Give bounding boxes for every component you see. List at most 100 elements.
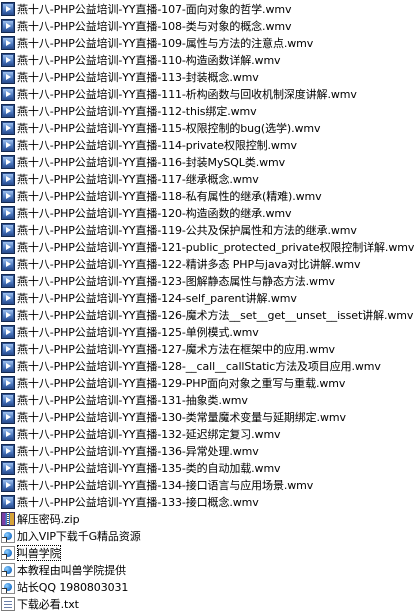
video-file-icon	[1, 52, 15, 67]
file-item[interactable]: 下载必看.txt	[0, 595, 414, 612]
file-item[interactable]: 燕十八-PHP公益培训-YY直播-134-接口语言与应用场景.wmv	[0, 476, 414, 493]
file-item[interactable]: 叫兽学院	[0, 544, 414, 561]
internet-shortcut-icon	[1, 579, 15, 594]
file-item[interactable]: 燕十八-PHP公益培训-YY直播-130-类常量魔术变量与延期绑定.wmv	[0, 408, 414, 425]
video-file-icon	[1, 205, 15, 220]
video-file-icon	[1, 443, 15, 458]
file-name: 燕十八-PHP公益培训-YY直播-109-属性与方法的注意点.wmv	[17, 36, 314, 50]
file-name: 燕十八-PHP公益培训-YY直播-107-面向对象的哲学.wmv	[17, 2, 292, 16]
file-item[interactable]: 解压密码.zip	[0, 510, 414, 527]
text-file-icon	[1, 596, 15, 611]
file-item[interactable]: 燕十八-PHP公益培训-YY直播-110-构造函数详解.wmv	[0, 51, 414, 68]
video-file-icon	[1, 103, 15, 118]
file-item[interactable]: 燕十八-PHP公益培训-YY直播-121-public_protected_pr…	[0, 238, 414, 255]
file-name: 燕十八-PHP公益培训-YY直播-128-__call__callStatic方…	[17, 359, 381, 373]
video-file-icon	[1, 358, 15, 373]
file-name: 燕十八-PHP公益培训-YY直播-113-封装概念.wmv	[17, 70, 259, 84]
file-item[interactable]: 燕十八-PHP公益培训-YY直播-128-__call__callStatic方…	[0, 357, 414, 374]
file-name: 叫兽学院	[17, 544, 61, 561]
file-name: 燕十八-PHP公益培训-YY直播-112-this绑定.wmv	[17, 104, 257, 118]
video-file-icon	[1, 137, 15, 152]
file-item[interactable]: 燕十八-PHP公益培训-YY直播-127-魔术方法在框架中的应用.wmv	[0, 340, 414, 357]
file-name: 燕十八-PHP公益培训-YY直播-135-类的自动加载.wmv	[17, 461, 281, 475]
file-item[interactable]: 燕十八-PHP公益培训-YY直播-117-继承概念.wmv	[0, 170, 414, 187]
file-item[interactable]: 燕十八-PHP公益培训-YY直播-108-类与对象的概念.wmv	[0, 17, 414, 34]
video-file-icon	[1, 494, 15, 509]
file-name: 燕十八-PHP公益培训-YY直播-110-构造函数详解.wmv	[17, 53, 281, 67]
file-item[interactable]: 燕十八-PHP公益培训-YY直播-107-面向对象的哲学.wmv	[0, 0, 414, 17]
file-name: 燕十八-PHP公益培训-YY直播-114-private权限控制.wmv	[17, 138, 297, 152]
file-item[interactable]: 燕十八-PHP公益培训-YY直播-125-单例模式.wmv	[0, 323, 414, 340]
video-file-icon	[1, 239, 15, 254]
video-file-icon	[1, 18, 15, 33]
file-item[interactable]: 燕十八-PHP公益培训-YY直播-109-属性与方法的注意点.wmv	[0, 34, 414, 51]
file-name: 燕十八-PHP公益培训-YY直播-118-私有属性的继承(精难).wmv	[17, 189, 322, 203]
file-item[interactable]: 燕十八-PHP公益培训-YY直播-132-延迟绑定复习.wmv	[0, 425, 414, 442]
file-list: 燕十八-PHP公益培训-YY直播-107-面向对象的哲学.wmv 燕十八-PHP公…	[0, 0, 414, 612]
file-item[interactable]: 燕十八-PHP公益培训-YY直播-129-PHP面向对象之重写与重载.wmv	[0, 374, 414, 391]
file-name: 燕十八-PHP公益培训-YY直播-131-抽象类.wmv	[17, 393, 248, 407]
file-item[interactable]: 站长QQ 1980803031	[0, 578, 414, 595]
file-name: 加入VIP下载千G精品资源	[17, 529, 141, 543]
file-item[interactable]: 燕十八-PHP公益培训-YY直播-112-this绑定.wmv	[0, 102, 414, 119]
file-item[interactable]: 燕十八-PHP公益培训-YY直播-114-private权限控制.wmv	[0, 136, 414, 153]
file-item[interactable]: 燕十八-PHP公益培训-YY直播-113-封装概念.wmv	[0, 68, 414, 85]
file-name: 燕十八-PHP公益培训-YY直播-116-封装MySQL类.wmv	[17, 155, 286, 169]
file-name: 燕十八-PHP公益培训-YY直播-136-异常处理.wmv	[17, 444, 259, 458]
file-item[interactable]: 燕十八-PHP公益培训-YY直播-136-异常处理.wmv	[0, 442, 414, 459]
video-file-icon	[1, 35, 15, 50]
video-file-icon	[1, 273, 15, 288]
file-item[interactable]: 燕十八-PHP公益培训-YY直播-126-魔术方法__set__get__uns…	[0, 306, 414, 323]
file-name: 燕十八-PHP公益培训-YY直播-122-精讲多态 PHP与java对比讲解.w…	[17, 257, 361, 271]
file-name: 站长QQ 1980803031	[17, 580, 129, 594]
file-name: 燕十八-PHP公益培训-YY直播-120-构造函数的继承.wmv	[17, 206, 292, 220]
file-name: 燕十八-PHP公益培训-YY直播-129-PHP面向对象之重写与重载.wmv	[17, 376, 346, 390]
file-item[interactable]: 燕十八-PHP公益培训-YY直播-111-析构函数与回收机制深度讲解.wmv	[0, 85, 414, 102]
internet-shortcut-icon	[1, 562, 15, 577]
file-item[interactable]: 燕十八-PHP公益培训-YY直播-120-构造函数的继承.wmv	[0, 204, 414, 221]
video-file-icon	[1, 69, 15, 84]
video-file-icon	[1, 426, 15, 441]
file-item[interactable]: 燕十八-PHP公益培训-YY直播-116-封装MySQL类.wmv	[0, 153, 414, 170]
file-name: 燕十八-PHP公益培训-YY直播-124-self_parent讲解.wmv	[17, 291, 297, 305]
file-item[interactable]: 燕十八-PHP公益培训-YY直播-123-图解静态属性与静态方法.wmv	[0, 272, 414, 289]
video-file-icon	[1, 1, 15, 16]
file-item[interactable]: 燕十八-PHP公益培训-YY直播-124-self_parent讲解.wmv	[0, 289, 414, 306]
file-name: 燕十八-PHP公益培训-YY直播-123-图解静态属性与静态方法.wmv	[17, 274, 335, 288]
video-file-icon	[1, 409, 15, 424]
file-item[interactable]: 燕十八-PHP公益培训-YY直播-119-公共及保护属性和方法的继承.wmv	[0, 221, 414, 238]
file-item[interactable]: 燕十八-PHP公益培训-YY直播-122-精讲多态 PHP与java对比讲解.w…	[0, 255, 414, 272]
file-item[interactable]: 燕十八-PHP公益培训-YY直播-115-权限控制的bug(选学).wmv	[0, 119, 414, 136]
file-item[interactable]: 燕十八-PHP公益培训-YY直播-131-抽象类.wmv	[0, 391, 414, 408]
file-item[interactable]: 本教程由叫兽学院提供	[0, 561, 414, 578]
video-file-icon	[1, 290, 15, 305]
internet-shortcut-icon	[1, 545, 15, 560]
file-item[interactable]: 燕十八-PHP公益培训-YY直播-118-私有属性的继承(精难).wmv	[0, 187, 414, 204]
video-file-icon	[1, 256, 15, 271]
video-file-icon	[1, 341, 15, 356]
zip-archive-icon	[1, 511, 15, 526]
video-file-icon	[1, 375, 15, 390]
video-file-icon	[1, 222, 15, 237]
video-file-icon	[1, 154, 15, 169]
file-name: 本教程由叫兽学院提供	[17, 563, 126, 577]
file-name: 燕十八-PHP公益培训-YY直播-117-继承概念.wmv	[17, 172, 259, 186]
file-name: 燕十八-PHP公益培训-YY直播-130-类常量魔术变量与延期绑定.wmv	[17, 410, 346, 424]
file-name: 燕十八-PHP公益培训-YY直播-134-接口语言与应用场景.wmv	[17, 478, 314, 492]
video-file-icon	[1, 324, 15, 339]
file-name: 燕十八-PHP公益培训-YY直播-125-单例模式.wmv	[17, 325, 259, 339]
file-item[interactable]: 燕十八-PHP公益培训-YY直播-135-类的自动加载.wmv	[0, 459, 414, 476]
file-name: 燕十八-PHP公益培训-YY直播-132-延迟绑定复习.wmv	[17, 427, 281, 441]
file-name: 燕十八-PHP公益培训-YY直播-127-魔术方法在框架中的应用.wmv	[17, 342, 335, 356]
video-file-icon	[1, 171, 15, 186]
file-item[interactable]: 加入VIP下载千G精品资源	[0, 527, 414, 544]
file-name: 燕十八-PHP公益培训-YY直播-126-魔术方法__set__get__uns…	[17, 308, 414, 322]
file-name: 燕十八-PHP公益培训-YY直播-119-公共及保护属性和方法的继承.wmv	[17, 223, 357, 237]
file-name: 下载必看.txt	[17, 597, 79, 611]
file-item[interactable]: 燕十八-PHP公益培训-YY直播-133-接口概念.wmv	[0, 493, 414, 510]
internet-shortcut-icon	[1, 528, 15, 543]
video-file-icon	[1, 120, 15, 135]
file-name: 燕十八-PHP公益培训-YY直播-121-public_protected_pr…	[17, 240, 414, 254]
video-file-icon	[1, 392, 15, 407]
video-file-icon	[1, 188, 15, 203]
